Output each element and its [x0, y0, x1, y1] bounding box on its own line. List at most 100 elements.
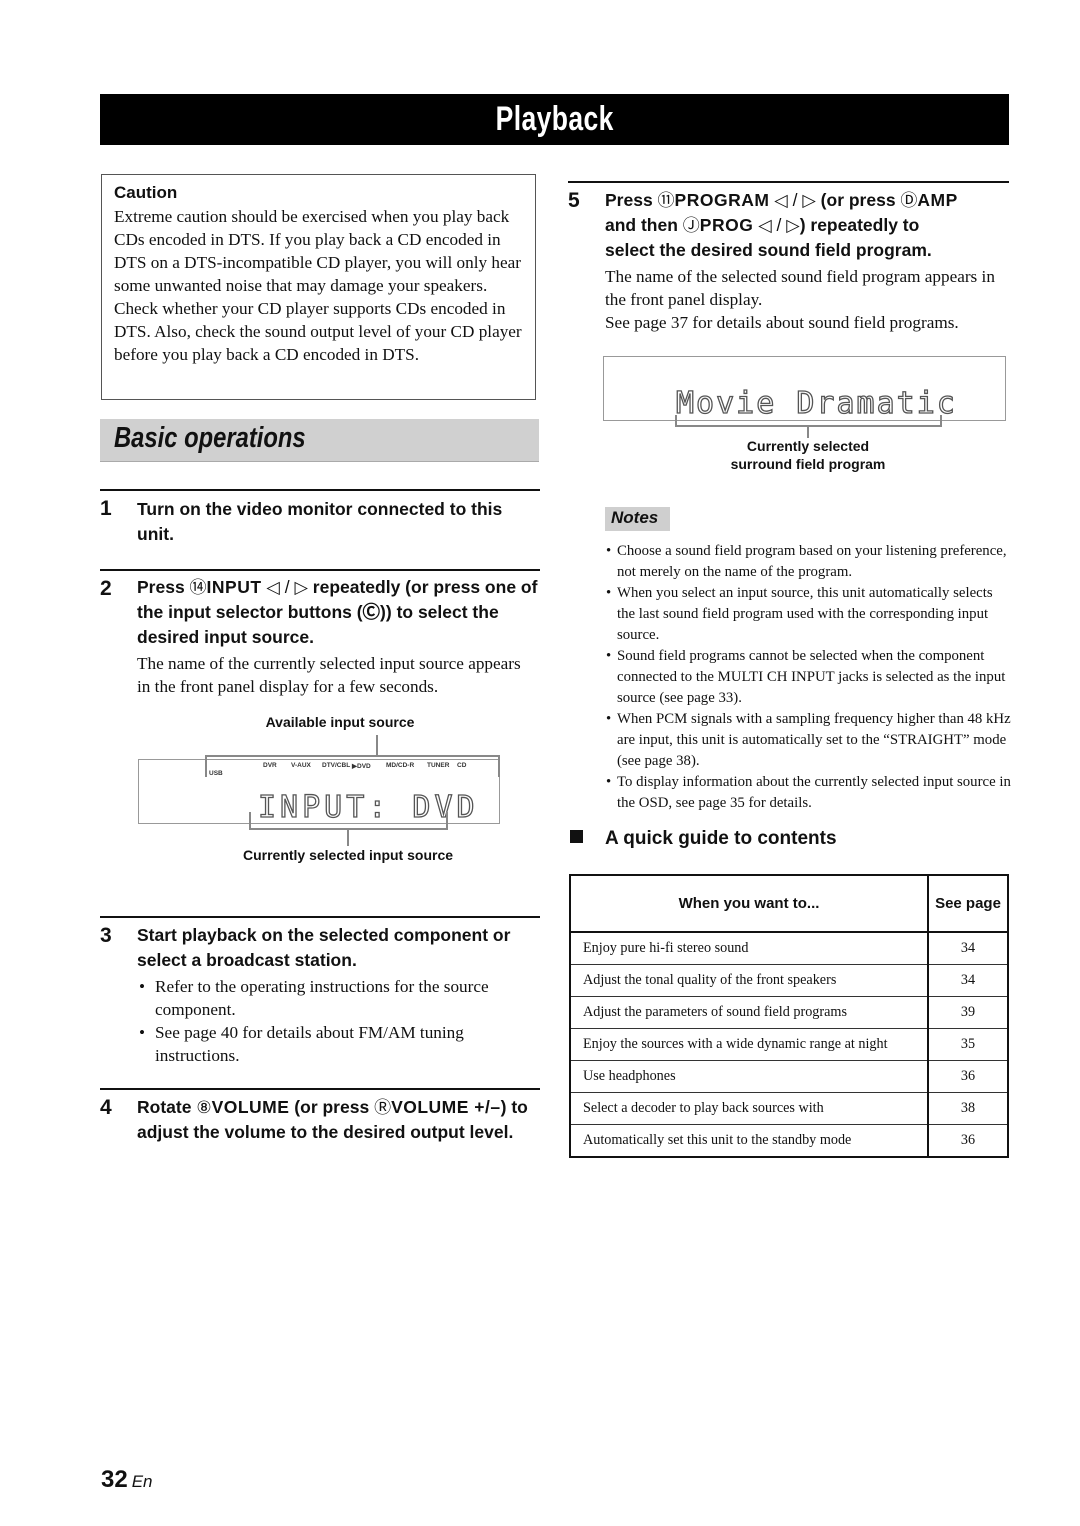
step-bullets: Refer to the operating instructions for … — [137, 975, 532, 1067]
task-cell: Adjust the tonal quality of the front sp… — [569, 964, 929, 997]
step-divider — [568, 181, 1009, 183]
source-md-cd-r: MD/CD-R — [386, 762, 415, 769]
step-number: 1 — [100, 497, 112, 520]
step-heading: Press ⑭INPUT ◁ / ▷ repeatedly (or press … — [137, 577, 538, 647]
page-cell: 38 — [927, 1092, 1009, 1125]
source-dvd-selected: ▶DVD — [352, 763, 371, 770]
available-input-label: Available input source — [265, 714, 415, 730]
callout-line — [347, 830, 349, 846]
step-number: 4 — [100, 1096, 112, 1119]
section-header: Basic operations — [100, 419, 539, 462]
step-1: 1 Turn on the video monitor connected to… — [100, 489, 540, 549]
table-row: Use headphones 36 — [569, 1060, 1009, 1093]
page-cell: 34 — [927, 931, 1009, 965]
step-divider — [100, 1088, 540, 1090]
source-tuner: TUNER — [427, 762, 450, 769]
step-divider — [100, 569, 540, 571]
remote-r-icon: Ⓡ — [374, 1098, 392, 1117]
step-number: 2 — [100, 577, 112, 600]
notes-tag: Notes — [605, 507, 670, 531]
notes-title: Notes — [611, 508, 659, 527]
table-row: Enjoy the sources with a wide dynamic ra… — [569, 1028, 1009, 1061]
step-number: 5 — [568, 189, 580, 212]
left-right-arrows-icon: ◁ / ▷ — [753, 215, 800, 235]
bullet-item: Refer to the operating instructions for … — [137, 975, 532, 1021]
task-cell: Select a decoder to play back sources wi… — [569, 1092, 929, 1125]
table-row: Adjust the parameters of sound field pro… — [569, 996, 1009, 1029]
page-number: 32 — [101, 1466, 128, 1493]
task-cell: Automatically set this unit to the stand… — [569, 1124, 929, 1158]
control-number-11-icon: ⑪ — [657, 191, 675, 210]
step-number: 3 — [100, 924, 112, 947]
task-cell: Use headphones — [569, 1060, 929, 1093]
section-title: Basic operations — [114, 422, 306, 454]
program-label: Currently selected surround field progra… — [730, 438, 886, 472]
step-3: 3 Start playback on the selected compone… — [100, 916, 540, 1076]
volume-plus-minus-label: VOLUME +/– — [391, 1097, 501, 1117]
caution-text: Extreme caution should be exercised when… — [114, 207, 522, 364]
source-v-aux: V-AUX — [291, 762, 311, 769]
guide-title: A quick guide to contents — [605, 828, 837, 849]
note-item: When PCM signals with a sampling frequen… — [606, 709, 1011, 772]
task-cell: Adjust the parameters of sound field pro… — [569, 996, 929, 1029]
volume-key-label: VOLUME — [211, 1097, 290, 1117]
table-row: Automatically set this unit to the stand… — [569, 1124, 1009, 1158]
step-body: The name of the currently selected input… — [137, 654, 521, 696]
task-cell: Enjoy pure hi-fi stereo sound — [569, 931, 929, 965]
left-right-arrows-icon: ◁ / ▷ — [261, 577, 313, 597]
selected-source-bracket — [249, 812, 448, 830]
selected-input-label: Currently selected input source — [242, 847, 454, 863]
language-code: En — [131, 1472, 153, 1491]
notes-list: Choose a sound field program based on yo… — [606, 541, 1011, 814]
source-dvr: DVR — [263, 762, 277, 769]
page-title-bar: Playback — [100, 94, 1009, 145]
step-5: 5 Press ⑪PROGRAM ◁ / ▷ (or press ⒹAMP an… — [568, 181, 1009, 341]
control-number-14-icon: ⑭ — [189, 578, 207, 597]
amp-key-label: AMP — [917, 190, 958, 210]
page-title: Playback — [495, 100, 614, 138]
page-cell: 36 — [927, 1124, 1009, 1158]
prog-key-label: PROG — [699, 215, 754, 235]
remote-d-icon: Ⓓ — [900, 191, 918, 210]
page-footer: 32 En — [101, 1466, 153, 1494]
program-key-label: PROGRAM — [674, 190, 770, 210]
table-row: Select a decoder to play back sources wi… — [569, 1092, 1009, 1125]
source-cd: CD — [457, 762, 467, 769]
step-4: 4 Rotate ⑧VOLUME (or press ⓇVOLUME +/–) … — [100, 1088, 540, 1168]
step-divider — [100, 489, 540, 491]
page-cell: 35 — [927, 1028, 1009, 1061]
table-row: Adjust the tonal quality of the front sp… — [569, 964, 1009, 997]
source-dtv-cbl: DTV/CBL — [322, 762, 351, 769]
step-2: 2 Press ⑭INPUT ◁ / ▷ repeatedly (or pres… — [100, 569, 540, 709]
source-usb: USB — [209, 770, 223, 777]
guide-heading: A quick guide to contents — [570, 828, 837, 850]
remote-j-icon: Ⓙ — [682, 216, 700, 235]
bullet-item: See page 40 for details about FM/AM tuni… — [137, 1021, 532, 1067]
square-bullet-icon — [570, 830, 583, 843]
left-right-arrows-icon: ◁ / ▷ — [769, 190, 821, 210]
step-heading: Turn on the video monitor connected to t… — [137, 499, 503, 544]
note-item: To display information about the current… — [606, 772, 1011, 814]
page-cell: 34 — [927, 964, 1009, 997]
step-divider — [100, 916, 540, 918]
callout-line — [376, 735, 378, 755]
column-header-page: See page — [927, 874, 1009, 933]
page-cell: 36 — [927, 1060, 1009, 1093]
page-cell: 39 — [927, 996, 1009, 1029]
caution-box: Caution Extreme caution should be exerci… — [101, 174, 536, 400]
step-body: The name of the selected sound field pro… — [605, 267, 995, 332]
table-row: Enjoy pure hi-fi stereo sound 34 — [569, 931, 1009, 965]
caution-title: Caution — [114, 183, 178, 202]
step-heading: Start playback on the selected component… — [137, 925, 511, 970]
note-item: Sound field programs cannot be selected … — [606, 646, 1011, 709]
input-key-label: INPUT — [206, 577, 262, 597]
quick-guide-table: When you want to... See page Enjoy pure … — [569, 874, 1009, 1158]
control-number-8-icon: ⑧ — [196, 1098, 212, 1117]
task-cell: Enjoy the sources with a wide dynamic ra… — [569, 1028, 929, 1061]
note-item: When you select an input source, this un… — [606, 583, 1011, 646]
step-heading: Rotate ⑧VOLUME (or press ⓇVOLUME +/–) to… — [137, 1097, 528, 1142]
step-heading: Press ⑪PROGRAM ◁ / ▷ (or press ⒹAMP and … — [605, 190, 958, 260]
note-item: Choose a sound field program based on yo… — [606, 541, 1011, 583]
table-header-row: When you want to... See page — [569, 874, 1009, 933]
column-header-task: When you want to... — [569, 874, 929, 933]
